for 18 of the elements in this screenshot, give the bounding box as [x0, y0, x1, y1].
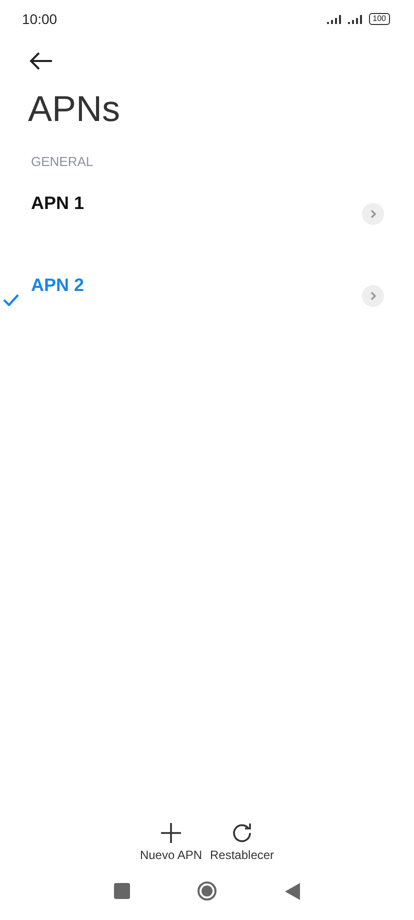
- battery-indicator: 100: [368, 13, 390, 25]
- add-button[interactable]: Nuevo APN: [140, 822, 202, 862]
- page-title: APNs: [28, 88, 122, 130]
- status-time: 10:00: [22, 11, 58, 27]
- chevron-icon[interactable]: [362, 285, 384, 307]
- apn-name[interactable]: APN 1: [31, 193, 362, 214]
- reset-button[interactable]: Restablecer: [210, 822, 274, 862]
- plus-icon: [160, 822, 182, 844]
- signal-icon: [348, 14, 365, 24]
- back-arrow-icon[interactable]: [28, 50, 54, 72]
- refresh-icon: [231, 822, 254, 844]
- signal-icon: [326, 14, 344, 24]
- home-icon[interactable]: [197, 881, 218, 901]
- back-icon[interactable]: [285, 882, 300, 900]
- chevron-icon[interactable]: [362, 203, 384, 225]
- section-header: GENERAL: [31, 154, 94, 169]
- recents-icon[interactable]: [114, 883, 130, 899]
- apn-name[interactable]: APN 2: [31, 275, 362, 296]
